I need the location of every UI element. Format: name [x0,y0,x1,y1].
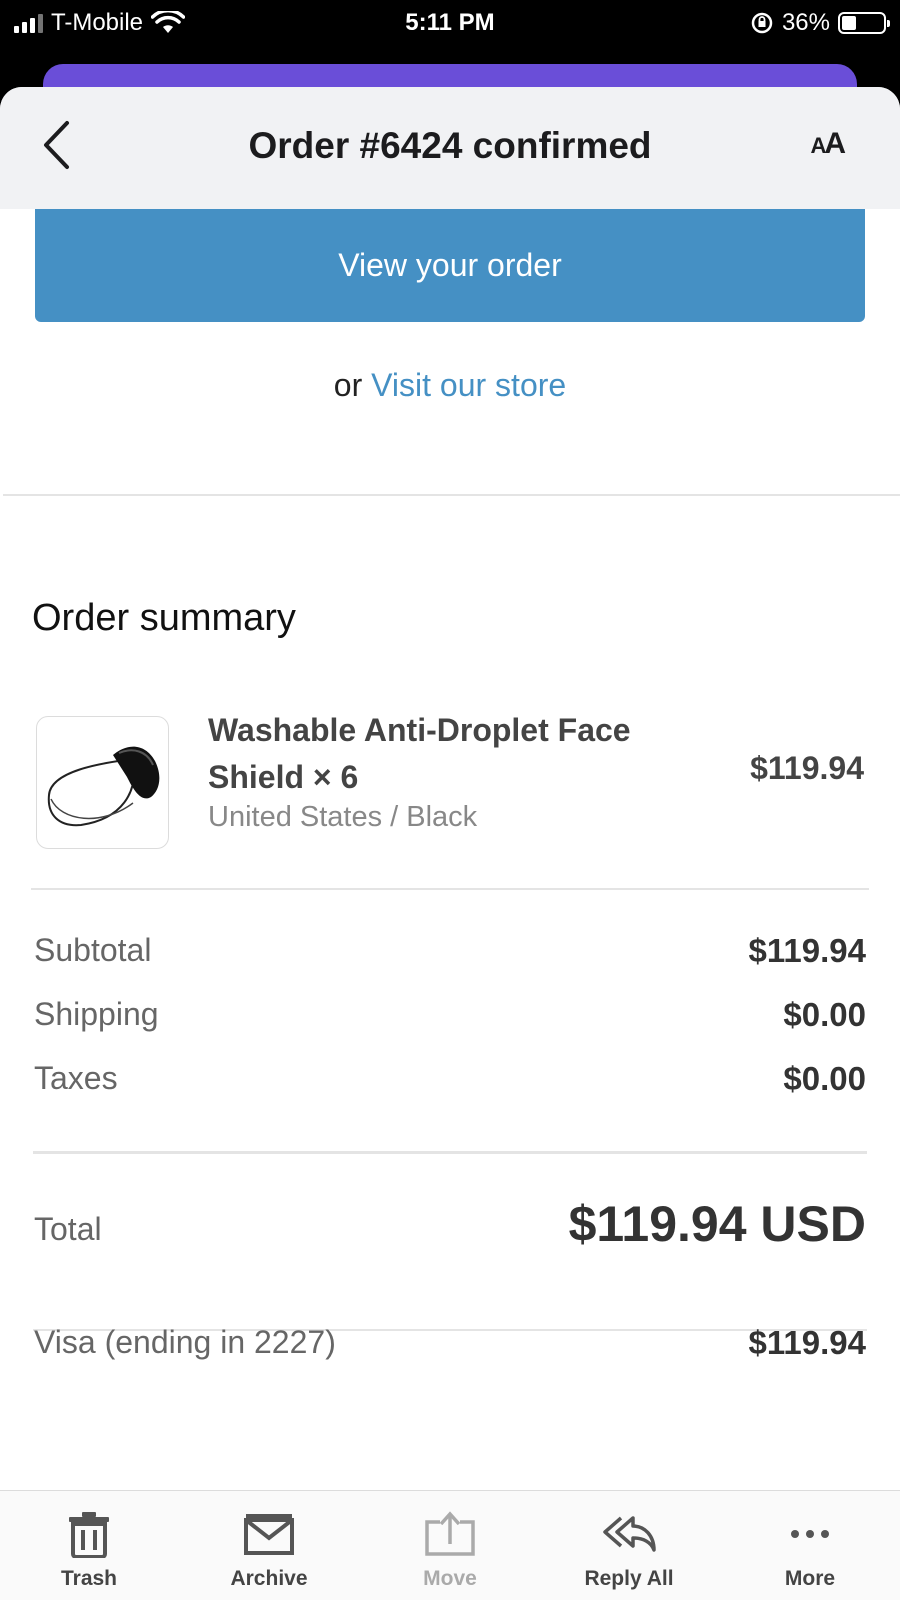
payment-amount: $119.94 [748,1324,866,1361]
more-label: More [784,1567,836,1590]
product-image [36,716,169,849]
battery-percent: 36% [781,9,830,36]
battery-icon [838,12,890,34]
visit-store-line: or Visit our store [0,367,900,404]
section-divider [3,494,900,496]
subtotal-value: $119.94 [748,932,866,969]
reply-all-icon [603,1516,656,1552]
visit-store-link[interactable]: Visit our store [371,367,566,403]
text-size-button[interactable]: AA [810,127,846,161]
more-button[interactable]: More [740,1509,880,1591]
orientation-lock-icon [751,12,773,34]
view-order-button[interactable]: View your order [35,209,865,322]
text-size-small-glyph: A [810,133,826,158]
move-icon [425,1511,475,1556]
costs-divider [33,1151,867,1154]
reply-all-button[interactable]: Reply All [559,1509,699,1591]
archive-label: Archive [230,1567,308,1590]
shipping-value: $0.00 [783,996,866,1033]
battery-level [842,16,857,30]
total-label: Total [34,1211,102,1247]
move-button[interactable]: Move [380,1509,520,1591]
reply-all-label: Reply All [584,1567,674,1590]
text-size-big-glyph: A [824,127,846,160]
archive-icon [244,1514,294,1555]
product-price: $119.94 [750,750,864,786]
product-divider [31,888,869,890]
total-value: $119.94 USD [568,1196,866,1252]
status-right: 36% [750,9,890,37]
taxes-label: Taxes [34,1060,118,1096]
product-name: Washable Anti-Droplet Face Shield × 6 [208,712,631,795]
trash-icon [69,1512,109,1558]
archive-button[interactable]: Archive [199,1509,339,1591]
status-bar: T-Mobile 5:11 PM 36% [0,0,900,46]
taxes-value: $0.00 [783,1060,866,1097]
more-icon [791,1530,829,1538]
trash-button[interactable]: Trash [19,1509,159,1591]
page-title: Order #6424 confirmed [248,125,652,166]
order-summary-title: Order summary [32,597,296,639]
shipping-label: Shipping [34,996,159,1032]
subtotal-label: Subtotal [34,932,152,968]
visit-prefix: or [333,367,363,403]
move-label: Move [423,1567,477,1590]
bottom-toolbar: Trash Archive Move Reply All More [0,1490,900,1600]
trash-label: Trash [60,1567,118,1590]
email-sheet: Order #6424 confirmed AA View your order… [0,87,900,1600]
nav-bar: Order #6424 confirmed AA [0,87,900,209]
face-shield-image [47,746,159,826]
payment-method-label: Visa (ending in 2227) [34,1324,336,1360]
product-variant: United States / Black [208,801,478,833]
